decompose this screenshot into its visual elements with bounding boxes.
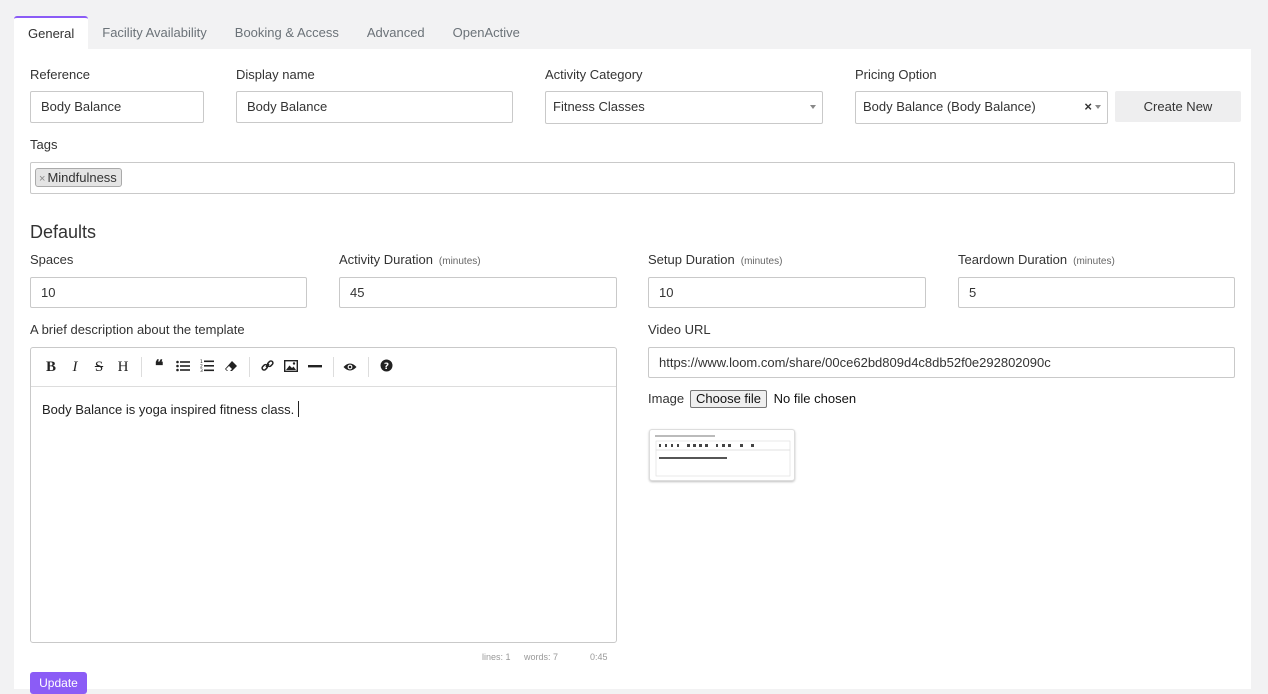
editor-words-count: words: 7 (524, 652, 559, 662)
heading-icon[interactable]: H (115, 359, 131, 375)
link-icon[interactable] (259, 359, 275, 375)
teardown-duration-unit: (minutes) (1073, 256, 1115, 267)
quote-icon[interactable]: ❝ (151, 359, 167, 375)
bold-icon[interactable]: B (43, 359, 59, 375)
activity-duration-label-text: Activity Duration (339, 252, 433, 267)
tags-input[interactable]: × Mindfulness (30, 162, 1235, 194)
display-name-label: Display name (236, 67, 315, 82)
tab-openactive[interactable]: OpenActive (439, 16, 534, 49)
remove-tag-icon[interactable]: × (39, 173, 45, 185)
svg-text:3: 3 (200, 368, 203, 372)
toolbar-divider (141, 357, 142, 377)
chevron-down-icon (810, 105, 816, 109)
tag-chip: × Mindfulness (35, 168, 122, 187)
create-new-button[interactable]: Create New (1115, 91, 1241, 122)
image-file-picker: Choose file No file chosen (690, 390, 856, 408)
setup-duration-unit: (minutes) (740, 256, 783, 267)
defaults-heading: Defaults (30, 222, 97, 242)
activity-duration-input[interactable]: 45 (339, 277, 617, 308)
description-content: Body Balance is yoga inspired fitness cl… (42, 402, 295, 417)
image-icon[interactable] (283, 359, 299, 375)
pricing-option-select[interactable]: Body Balance (Body Balance) × (855, 91, 1108, 124)
preview-icon[interactable] (342, 359, 358, 375)
editor-toolbar: B I S H ❝ 123 ? (31, 348, 616, 387)
editor-lines-count: lines: 1 (482, 652, 511, 662)
text-cursor (298, 401, 300, 417)
setup-duration-label: Setup Duration (minutes) (648, 252, 782, 267)
reference-input[interactable]: Body Balance (30, 91, 204, 123)
activity-category-select[interactable]: Fitness Classes (545, 91, 823, 124)
italic-icon[interactable]: I (67, 359, 83, 375)
file-status-text: No file chosen (773, 391, 857, 406)
setup-duration-input[interactable]: 10 (648, 277, 926, 308)
tab-facility-availability[interactable]: Facility Availability (88, 16, 221, 49)
description-text[interactable]: Body Balance is yoga inspired fitness cl… (42, 401, 300, 417)
update-button[interactable]: Update (30, 672, 87, 694)
activity-category-label: Activity Category (545, 67, 643, 82)
unordered-list-icon[interactable] (175, 359, 191, 375)
display-name-input[interactable]: Body Balance (236, 91, 513, 123)
pricing-option-label: Pricing Option (855, 67, 937, 82)
spaces-label: Spaces (30, 252, 74, 267)
tab-advanced[interactable]: Advanced (353, 16, 439, 49)
svg-text:?: ? (383, 362, 388, 372)
tag-label: Mindfulness (47, 170, 117, 185)
image-thumbnail (649, 429, 795, 481)
chevron-down-icon (1095, 105, 1101, 109)
activity-duration-label: Activity Duration (minutes) (339, 252, 481, 267)
activity-duration-unit: (minutes) (438, 256, 481, 267)
image-label: Image (648, 391, 685, 406)
pricing-option-value: Body Balance (Body Balance) (863, 99, 1036, 114)
tab-booking-access[interactable]: Booking & Access (221, 16, 353, 49)
activity-category-value: Fitness Classes (553, 99, 645, 114)
tab-bar: General Facility Availability Booking & … (14, 16, 534, 50)
general-panel: Reference Body Balance Display name Body… (14, 49, 1251, 694)
setup-duration-label-text: Setup Duration (648, 252, 735, 267)
video-url-label: Video URL (648, 322, 711, 337)
horizontal-rule-icon[interactable] (307, 359, 323, 375)
reference-label: Reference (30, 67, 90, 82)
teardown-duration-label: Teardown Duration (minutes) (958, 252, 1115, 267)
help-icon[interactable]: ? (378, 359, 394, 375)
teardown-duration-input[interactable]: 5 (958, 277, 1235, 308)
eraser-icon[interactable] (223, 359, 239, 375)
strikethrough-icon[interactable]: S (91, 359, 107, 375)
spaces-input[interactable]: 10 (30, 277, 307, 308)
toolbar-divider (333, 357, 334, 377)
clear-icon[interactable]: × (1084, 92, 1092, 122)
description-label: A brief description about the template (30, 322, 245, 337)
tab-general[interactable]: General (14, 16, 89, 50)
toolbar-divider (249, 357, 250, 377)
tags-label: Tags (30, 137, 58, 152)
video-url-input[interactable]: https://www.loom.com/share/00ce62bd809d4… (648, 347, 1235, 378)
description-editor: B I S H ❝ 123 ? Body Balance is yoga ins… (30, 347, 617, 643)
teardown-duration-label-text: Teardown Duration (958, 252, 1068, 267)
toolbar-divider (368, 357, 369, 377)
editor-cursor-position: 0:45 (590, 652, 608, 662)
ordered-list-icon[interactable]: 123 (199, 359, 215, 375)
choose-file-button[interactable]: Choose file (690, 390, 768, 408)
